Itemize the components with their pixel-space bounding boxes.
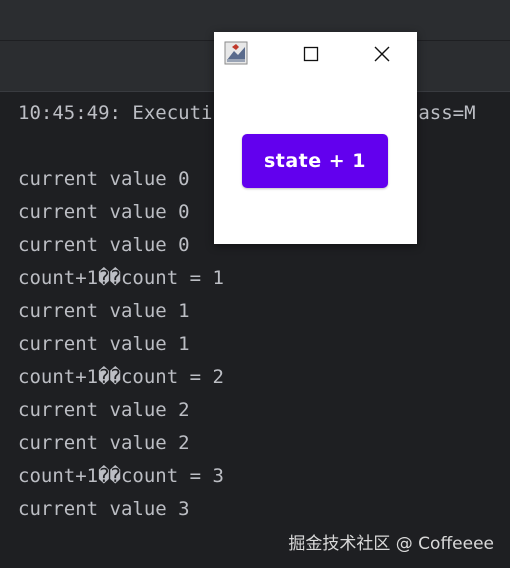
console-line: current value 2 xyxy=(18,432,190,454)
close-button[interactable] xyxy=(365,42,399,66)
close-icon xyxy=(374,46,390,62)
maximize-icon xyxy=(303,46,319,62)
ide-window: 10:45:49: Executi nClass=M current value… xyxy=(0,0,510,568)
app-window: state + 1 xyxy=(214,32,417,244)
console-line: current value 1 xyxy=(18,333,190,355)
console-line: count+1��count = 1 xyxy=(18,267,224,289)
console-line: count+1��count = 3 xyxy=(18,465,224,487)
watermark: 掘金技术社区 @ Coffeeee xyxy=(288,534,494,554)
java-app-icon xyxy=(224,41,248,65)
console-line: current value 0 xyxy=(18,201,190,223)
console-line: current value 0 xyxy=(18,234,190,256)
console-line: current value 0 xyxy=(18,168,190,190)
console-line: current value 3 xyxy=(18,498,190,520)
console-line: current value 2 xyxy=(18,399,190,421)
console-line: current value 1 xyxy=(18,300,190,322)
console-line: count+1��count = 2 xyxy=(18,366,224,388)
state-increment-button[interactable]: state + 1 xyxy=(242,134,388,188)
maximize-button[interactable] xyxy=(296,42,326,66)
